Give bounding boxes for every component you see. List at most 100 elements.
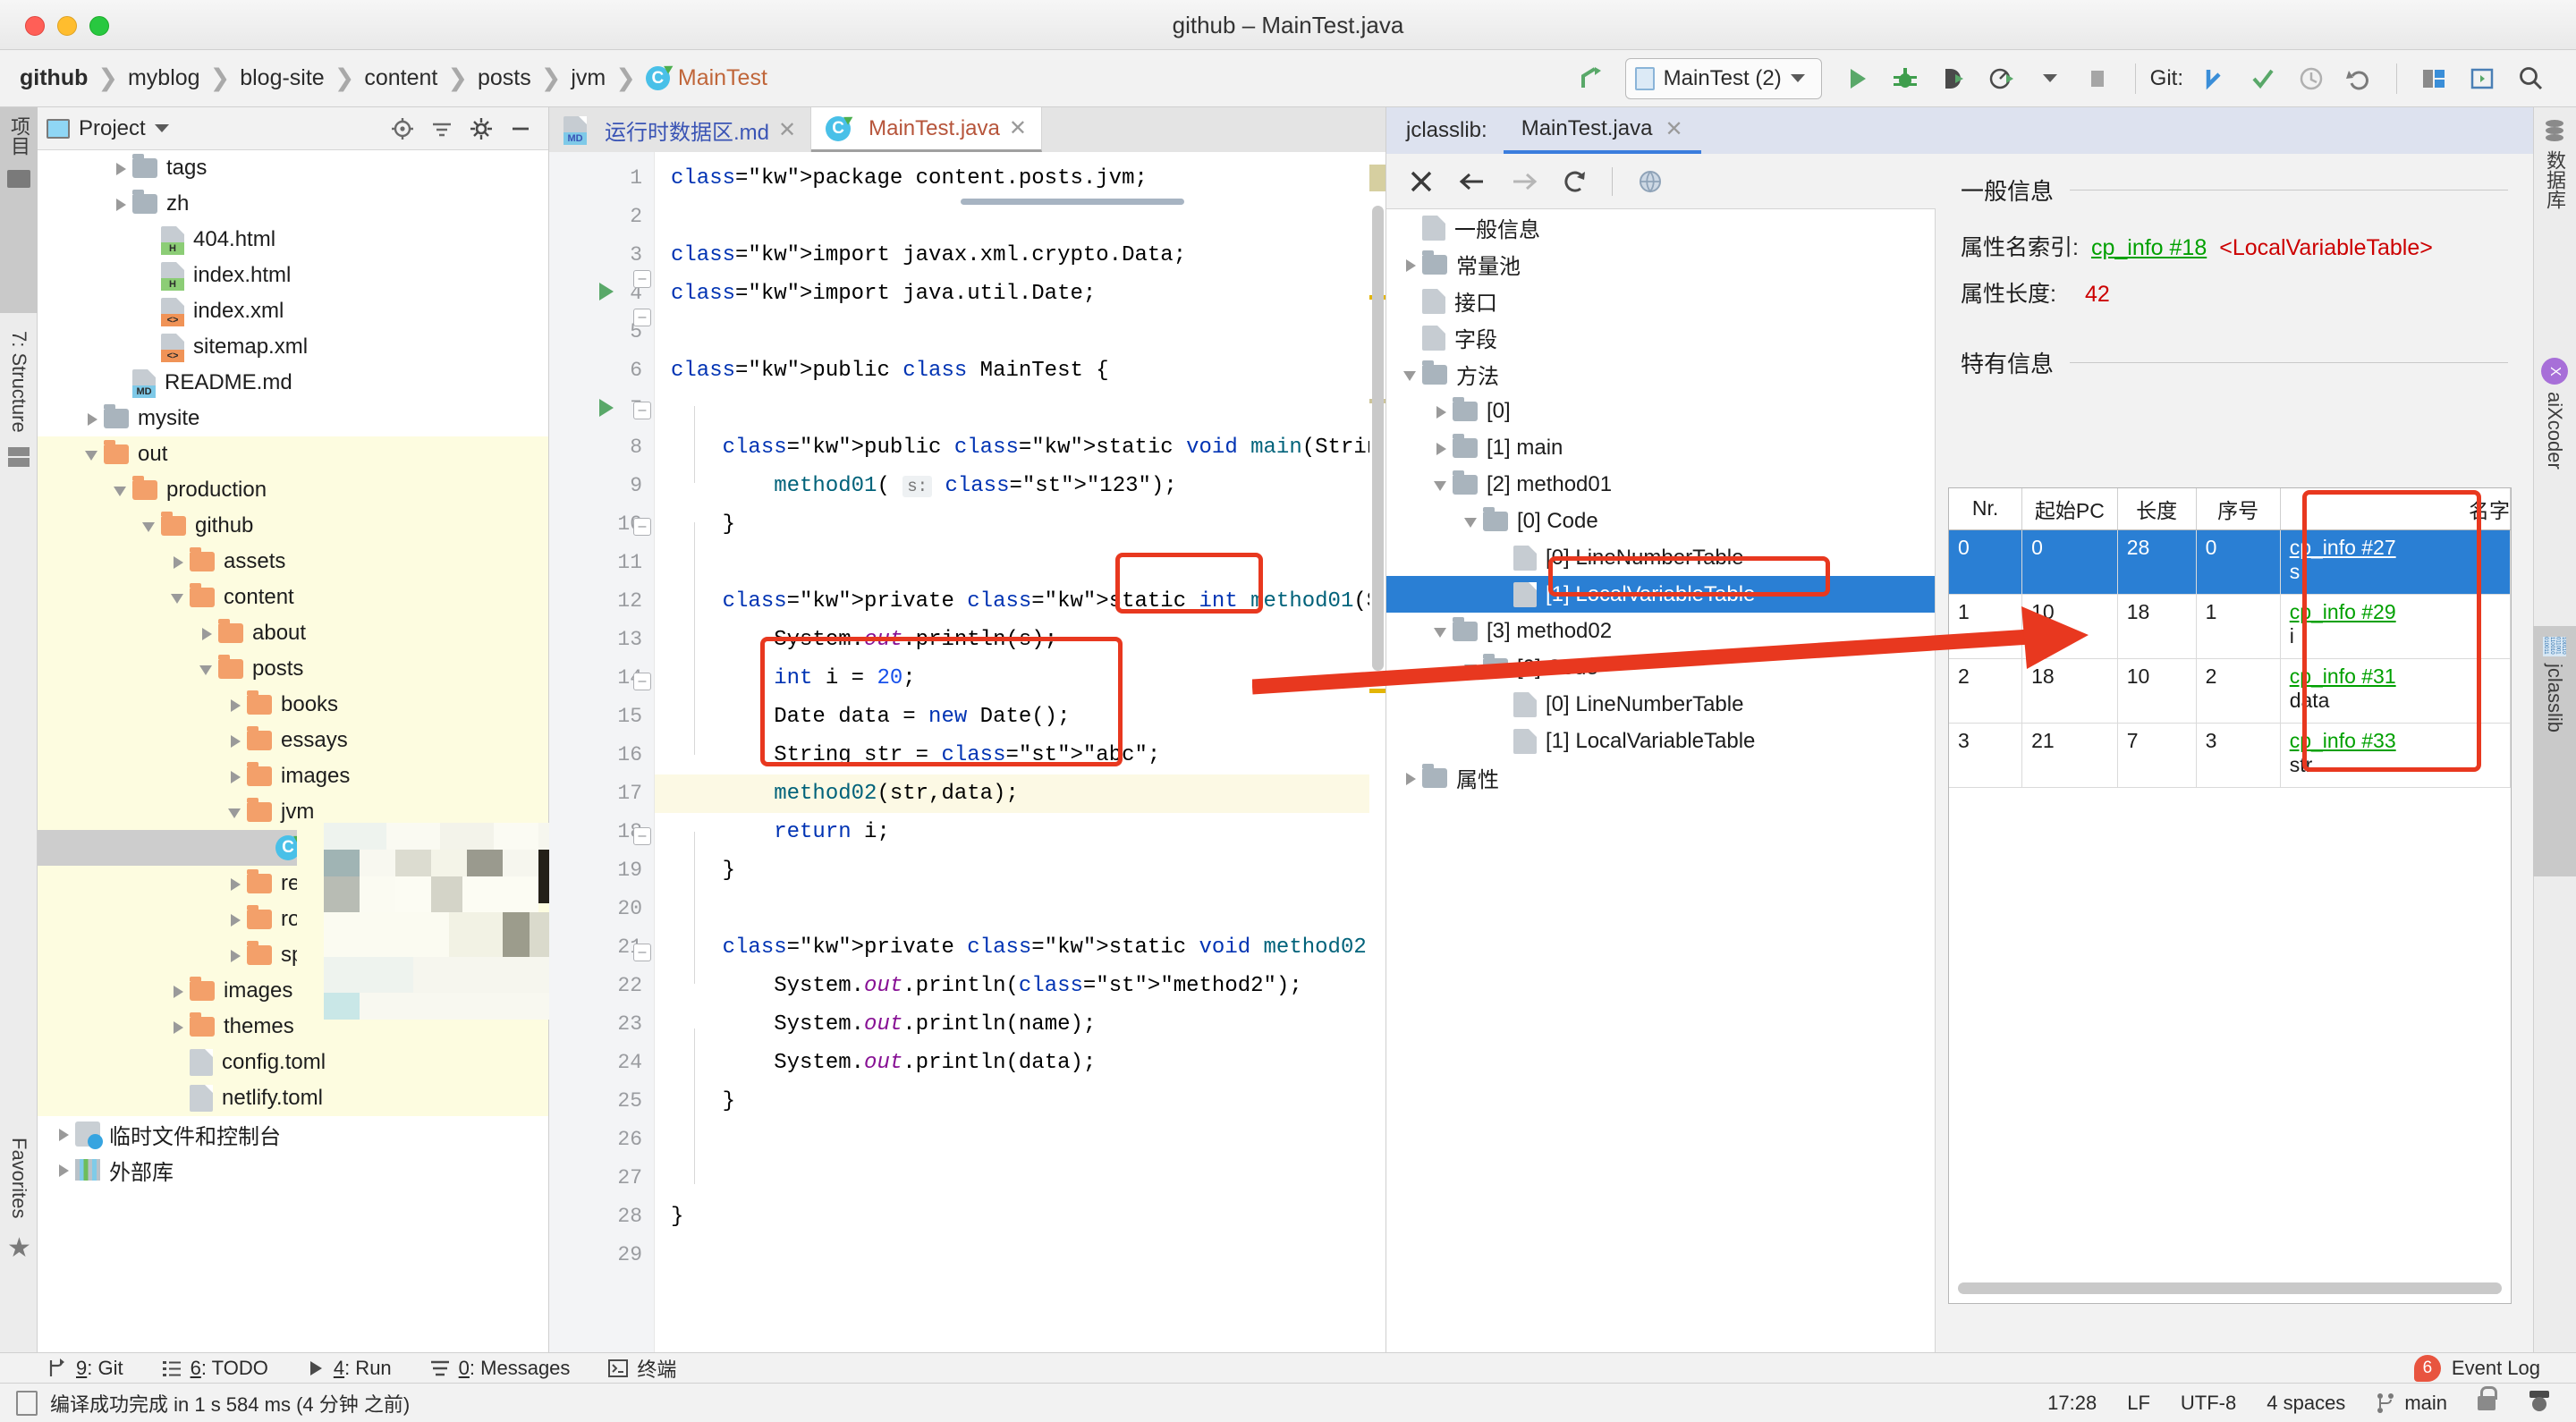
sidebar-item-structure[interactable]: 7: Structure	[0, 322, 38, 581]
profiler-icon[interactable]	[1979, 57, 2024, 100]
column-header[interactable]: 起始PC	[2021, 488, 2118, 530]
chevron-right-icon[interactable]	[1399, 253, 1422, 276]
editor-gutter[interactable]: 1234567891011121314151617181920212223242…	[549, 152, 655, 1352]
chevron-right-icon[interactable]	[224, 944, 247, 967]
chevron-right-icon[interactable]	[224, 872, 247, 895]
run-icon[interactable]	[1835, 57, 1879, 100]
jclasslib-tree-item[interactable]: [0] Code	[1386, 503, 1935, 539]
bottom-item-terminal[interactable]: 终端	[607, 1354, 676, 1383]
git-update-icon[interactable]	[2192, 57, 2237, 100]
project-tree-item[interactable]: production	[38, 472, 548, 508]
chevron-down-icon[interactable]	[80, 443, 104, 466]
run-gutter-icon[interactable]	[599, 399, 614, 417]
chevron-right-icon[interactable]	[52, 1158, 75, 1181]
project-tree-item[interactable]: about	[38, 615, 548, 651]
table-row[interactable]: 2 18 10 2 cp_info #31 data	[1949, 658, 2512, 724]
chevron-right-icon[interactable]	[1399, 766, 1422, 790]
browse-web-icon[interactable]	[1636, 167, 1665, 196]
update-project-icon[interactable]	[1568, 57, 1613, 100]
table-horizontal-scrollbar[interactable]	[1958, 1282, 2502, 1294]
cp-info-link[interactable]: cp_info #33	[2290, 729, 2501, 753]
bottom-item-messages[interactable]: 0: Messages	[429, 1357, 570, 1380]
project-tree-item[interactable]: out	[38, 436, 548, 472]
vertical-scrollbar[interactable]	[1372, 206, 1384, 671]
run-configuration-selector[interactable]: MainTest (2)	[1624, 57, 1822, 99]
bottom-item-run[interactable]: 4: Run	[306, 1357, 392, 1380]
project-tree[interactable]: tags zh H 404.html Hindex.html <> index.xml <> s…	[38, 150, 548, 1352]
chevron-right-icon[interactable]	[224, 693, 247, 716]
chevron-down-icon[interactable]	[1429, 473, 1453, 496]
fold-marker-icon[interactable]: –	[633, 827, 651, 845]
jclasslib-tree-item[interactable]: [0]	[1386, 393, 1935, 429]
table-row[interactable]: 3 21 7 3 cp_info #33 str	[1949, 723, 2512, 788]
chevron-down-icon[interactable]	[1399, 363, 1422, 386]
sidebar-item-jclasslib[interactable]: 100110 011001 110010 010011 110100 jclas…	[2533, 626, 2576, 876]
project-tree-item[interactable]: 外部库	[38, 1152, 548, 1188]
jclasslib-tree-item[interactable]: [1] main	[1386, 429, 1935, 466]
chevron-down-icon[interactable]	[1460, 656, 1483, 680]
chevron-right-icon[interactable]	[52, 1122, 75, 1146]
chevron-right-icon[interactable]	[109, 192, 132, 216]
table-cell-name[interactable]: cp_info #29 i	[2280, 594, 2512, 659]
cp-info-link[interactable]: cp_info #27	[2290, 536, 2501, 560]
search-everywhere-icon[interactable]	[2508, 57, 2553, 100]
close-icon[interactable]: ✕	[1665, 116, 1682, 142]
breadcrumb-item-github[interactable]: github	[20, 65, 88, 91]
table-cell-name[interactable]: cp_info #27 s	[2280, 529, 2512, 595]
attribute-name-index-link[interactable]: cp_info #18	[2091, 235, 2207, 261]
project-tree-item[interactable]: netlify.toml	[38, 1080, 548, 1116]
chevron-right-icon[interactable]	[195, 622, 218, 645]
run-gutter-icon[interactable]	[599, 283, 614, 300]
open-terminal-icon[interactable]	[2460, 57, 2504, 100]
chevron-right-icon[interactable]	[109, 157, 132, 180]
project-tree-item[interactable]: <> sitemap.xml	[38, 329, 548, 365]
sidebar-item-favorites[interactable]: Favorites ★	[0, 1129, 38, 1352]
column-header[interactable]: Nr.	[1949, 488, 2023, 530]
jclasslib-tree-item[interactable]: [2] method01	[1386, 466, 1935, 503]
fold-marker-icon[interactable]: –	[633, 518, 651, 536]
chevron-down-icon[interactable]	[166, 586, 190, 609]
breadcrumb-item-jvm[interactable]: jvm	[571, 65, 606, 91]
jclasslib-tree-item[interactable]: 属性	[1386, 759, 1935, 796]
bottom-item-todo[interactable]: 6: TODO	[161, 1357, 268, 1380]
jclasslib-tree-item[interactable]: 接口	[1386, 283, 1935, 319]
project-tree-item[interactable]: assets	[38, 544, 548, 580]
stop-icon[interactable]	[2076, 57, 2121, 100]
chevron-right-icon[interactable]	[224, 908, 247, 931]
chevron-right-icon[interactable]	[1429, 436, 1453, 460]
breadcrumb-item-blog-site[interactable]: blog-site	[240, 65, 325, 91]
chevron-right-icon[interactable]	[166, 979, 190, 1003]
status-line-separator[interactable]: LF	[2127, 1392, 2150, 1415]
chevron-down-icon[interactable]	[1429, 620, 1453, 643]
jclasslib-tab-maintest[interactable]: MainTest.java ✕	[1503, 107, 1701, 154]
sidebar-item-database[interactable]: 数据库	[2533, 107, 2576, 331]
project-tree-item[interactable]: H 404.html	[38, 222, 548, 258]
jclasslib-tree-item[interactable]: [3] method02	[1386, 613, 1935, 649]
close-icon[interactable]: ✕	[778, 117, 796, 143]
code-editor[interactable]: 1234567891011121314151617181920212223242…	[549, 152, 1385, 1352]
jclasslib-tree-item[interactable]: [0] LineNumberTable	[1386, 539, 1935, 576]
breadcrumb-item-posts[interactable]: posts	[478, 65, 531, 91]
project-tree-item[interactable]: Hindex.html	[38, 258, 548, 293]
chevron-right-icon[interactable]	[80, 407, 104, 430]
git-rollback-icon[interactable]	[2337, 57, 2382, 100]
jclasslib-tree-item[interactable]: [1] LocalVariableTable	[1386, 723, 1935, 759]
jclasslib-tree-item[interactable]: [0] LineNumberTable	[1386, 686, 1935, 723]
bottom-item-git[interactable]: 9: Git	[47, 1357, 123, 1380]
table-row[interactable]: 1 10 18 1 cp_info #29 i	[1949, 594, 2512, 659]
close-icon[interactable]: ✕	[1009, 115, 1027, 141]
local-variable-table[interactable]: Nr. 起始PC 长度 序号 名字 0 0 28 0 cp_info #27 s 1 10 18 1 cp_i…	[1948, 487, 2512, 1304]
fold-marker-icon[interactable]: –	[633, 673, 651, 690]
close-icon[interactable]	[1408, 168, 1435, 195]
project-tree-item[interactable]: tags	[38, 150, 548, 186]
lvt-table[interactable]: Nr. 起始PC 长度 序号 名字 0 0 28 0 cp_info #27 s 1 10 18 1 cp_i…	[1949, 488, 2512, 788]
column-header[interactable]: 序号	[2196, 488, 2281, 530]
project-tree-item[interactable]: images	[38, 758, 548, 794]
cp-info-link[interactable]: cp_info #29	[2290, 600, 2501, 624]
target-icon[interactable]	[391, 117, 414, 140]
jclasslib-tree-item[interactable]: [1] LocalVariableTable	[1386, 576, 1935, 613]
chevron-down-icon[interactable]	[154, 124, 169, 132]
project-tree-item[interactable]: essays	[38, 723, 548, 758]
column-header[interactable]: 名字	[2280, 488, 2512, 530]
run-with-coverage-icon[interactable]	[1931, 57, 1976, 100]
